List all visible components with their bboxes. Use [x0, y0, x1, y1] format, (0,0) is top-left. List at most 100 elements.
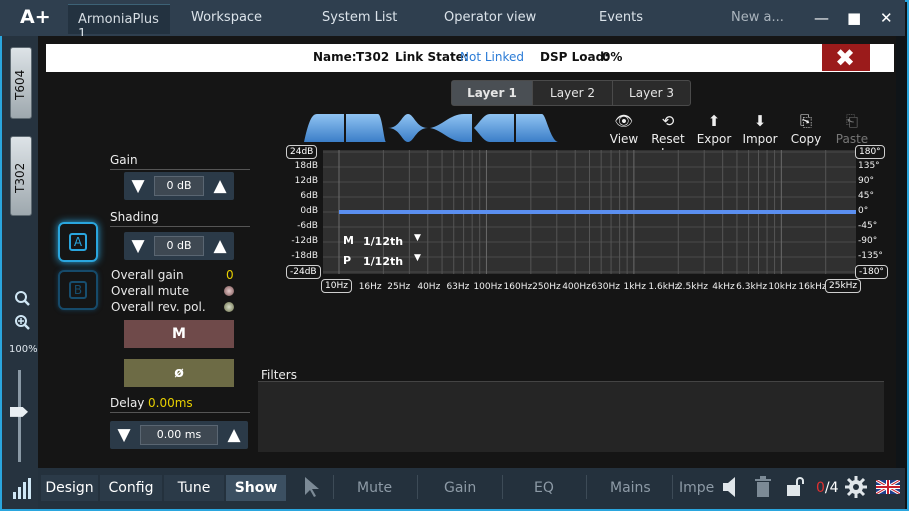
- phase-dropdown-icon[interactable]: ▼: [414, 253, 421, 263]
- phase-tick-label: 135°: [858, 161, 880, 171]
- zoom-slider[interactable]: [10, 370, 32, 462]
- menu-new[interactable]: New a...: [731, 10, 784, 25]
- shading-up-button[interactable]: ▲: [208, 234, 232, 258]
- magnitude-smoothing-select[interactable]: 1/12th: [363, 235, 403, 248]
- frequency-tick-label: 630Hz: [591, 282, 620, 292]
- copy-icon: ⎘: [799, 112, 812, 130]
- bottom-mains[interactable]: Mains: [610, 480, 651, 496]
- overall-mute-indicator: [224, 286, 234, 296]
- gain-up-button[interactable]: ▲: [208, 174, 232, 198]
- frequency-tick-label: 63Hz: [446, 282, 470, 292]
- mute-button[interactable]: M: [124, 320, 234, 348]
- preset-a-button[interactable]: A: [58, 222, 98, 262]
- gear-icon[interactable]: [845, 476, 867, 498]
- bandpass-filter-icon[interactable]: [474, 114, 514, 142]
- magnitude-dropdown-icon[interactable]: ▼: [414, 233, 421, 243]
- gain-down-button[interactable]: ▼: [126, 174, 150, 198]
- delay-value[interactable]: 0.00 ms: [140, 425, 218, 445]
- mode-design[interactable]: Design: [41, 475, 98, 501]
- db-tick-label: 12dB: [294, 176, 318, 186]
- mode-show[interactable]: Show: [226, 475, 286, 501]
- delay-down-button[interactable]: ▼: [112, 423, 136, 447]
- preset-a-label: A: [69, 233, 87, 251]
- bottom-impedance[interactable]: Impe: [679, 480, 715, 496]
- device-tab-t302[interactable]: T302: [10, 136, 32, 216]
- import-button[interactable]: ⬇ Impor: [736, 112, 784, 146]
- device-count: 0/4: [816, 480, 839, 496]
- high-shelf-filter-icon[interactable]: [516, 114, 558, 142]
- pointer-icon[interactable]: [303, 476, 321, 498]
- delay-stepper[interactable]: ▼ 0.00 ms ▲: [110, 421, 248, 449]
- tab-layer-1[interactable]: Layer 1: [452, 81, 532, 105]
- shading-stepper[interactable]: ▼ 0 dB ▲: [124, 232, 234, 260]
- frequency-tick-label: 25Hz: [387, 282, 411, 292]
- paste-button[interactable]: ⎗ Paste: [828, 112, 876, 146]
- menu-events[interactable]: Events: [599, 10, 643, 25]
- meter-icon[interactable]: [12, 478, 32, 500]
- zoom-in-icon[interactable]: [15, 315, 30, 330]
- app-tab[interactable]: ArmoniaPlus 1: [68, 4, 170, 42]
- minimize-button[interactable]: —: [814, 9, 829, 27]
- copy-button[interactable]: ⎘ Copy: [782, 112, 830, 146]
- mode-tune[interactable]: Tune: [164, 475, 224, 501]
- gain-value[interactable]: 0 dB: [154, 176, 204, 196]
- delay-up-button[interactable]: ▲: [222, 423, 246, 447]
- filters-list[interactable]: [258, 382, 884, 452]
- preset-b-label: B: [69, 281, 87, 299]
- unlock-icon[interactable]: [786, 476, 806, 498]
- bottom-eq[interactable]: EQ: [534, 480, 554, 496]
- speaker-icon[interactable]: [721, 476, 741, 498]
- close-window-button[interactable]: ✕: [880, 9, 893, 27]
- view-button[interactable]: 👁 View: [600, 112, 648, 146]
- phase-smoothing-select[interactable]: 1/12th: [363, 255, 403, 268]
- phase-tick-label: 45°: [858, 191, 874, 201]
- tab-layer-2[interactable]: Layer 2: [532, 81, 612, 105]
- preset-b-button[interactable]: B: [58, 270, 98, 310]
- dsp-load-value: 0%: [602, 50, 623, 64]
- maximize-button[interactable]: ■: [847, 9, 861, 27]
- filter-type-buttons: [304, 114, 558, 142]
- phase-invert-button[interactable]: ø: [124, 359, 234, 387]
- name-value: T302: [356, 50, 390, 64]
- close-icon: ✖: [835, 44, 856, 72]
- device-tab-label: T302: [13, 162, 27, 193]
- db-tick-label[interactable]: 24dB: [286, 145, 318, 159]
- separator: [417, 475, 418, 499]
- import-icon: ⬇: [753, 112, 767, 130]
- frequency-tick-label: 4kHz: [712, 282, 735, 292]
- eye-icon: 👁: [614, 112, 634, 130]
- frequency-tick-label: 160Hz: [503, 282, 533, 292]
- phase-tick-label[interactable]: 180°: [855, 145, 885, 159]
- zoom-out-icon[interactable]: [15, 291, 30, 306]
- gain-stepper[interactable]: ▼ 0 dB ▲: [124, 172, 234, 200]
- bottom-gain[interactable]: Gain: [444, 480, 476, 496]
- trash-icon[interactable]: [754, 476, 772, 498]
- menu-workspace[interactable]: Workspace: [191, 10, 262, 25]
- overall-rev-pol-label: Overall rev. pol.: [111, 300, 206, 314]
- mode-config[interactable]: Config: [100, 475, 162, 501]
- phase-label: P: [343, 254, 352, 267]
- zoom-slider-thumb[interactable]: [10, 406, 28, 417]
- db-tick-label[interactable]: -24dB: [286, 265, 321, 279]
- tab-layer-3[interactable]: Layer 3: [612, 81, 690, 105]
- menu-system-list[interactable]: System List: [322, 10, 397, 25]
- menu-operator-view[interactable]: Operator view: [444, 10, 536, 25]
- frequency-tick-label[interactable]: 25kHz: [825, 279, 862, 293]
- phase-tick-label: 0°: [858, 206, 869, 216]
- high-pass-filter-icon[interactable]: [346, 114, 386, 142]
- peaking-filter-icon[interactable]: [388, 114, 428, 142]
- export-button[interactable]: ⬆ Expor: [690, 112, 738, 146]
- shading-value[interactable]: 0 dB: [154, 236, 204, 256]
- bottom-mute[interactable]: Mute: [357, 480, 392, 496]
- frequency-tick-label[interactable]: 10Hz: [321, 279, 352, 293]
- low-shelf-filter-icon[interactable]: [304, 114, 344, 142]
- notch-filter-icon[interactable]: [430, 114, 472, 142]
- frequency-tick-label: 2.5kHz: [676, 282, 708, 292]
- close-panel-button[interactable]: ✖: [822, 44, 870, 72]
- language-flag-icon[interactable]: [876, 480, 900, 494]
- db-tick-label: -12dB: [291, 236, 318, 246]
- frequency-tick-label: 10kHz: [768, 282, 797, 292]
- shading-down-button[interactable]: ▼: [126, 234, 150, 258]
- phase-tick-label[interactable]: -180°: [855, 265, 888, 279]
- device-tab-t604[interactable]: T604: [10, 47, 32, 119]
